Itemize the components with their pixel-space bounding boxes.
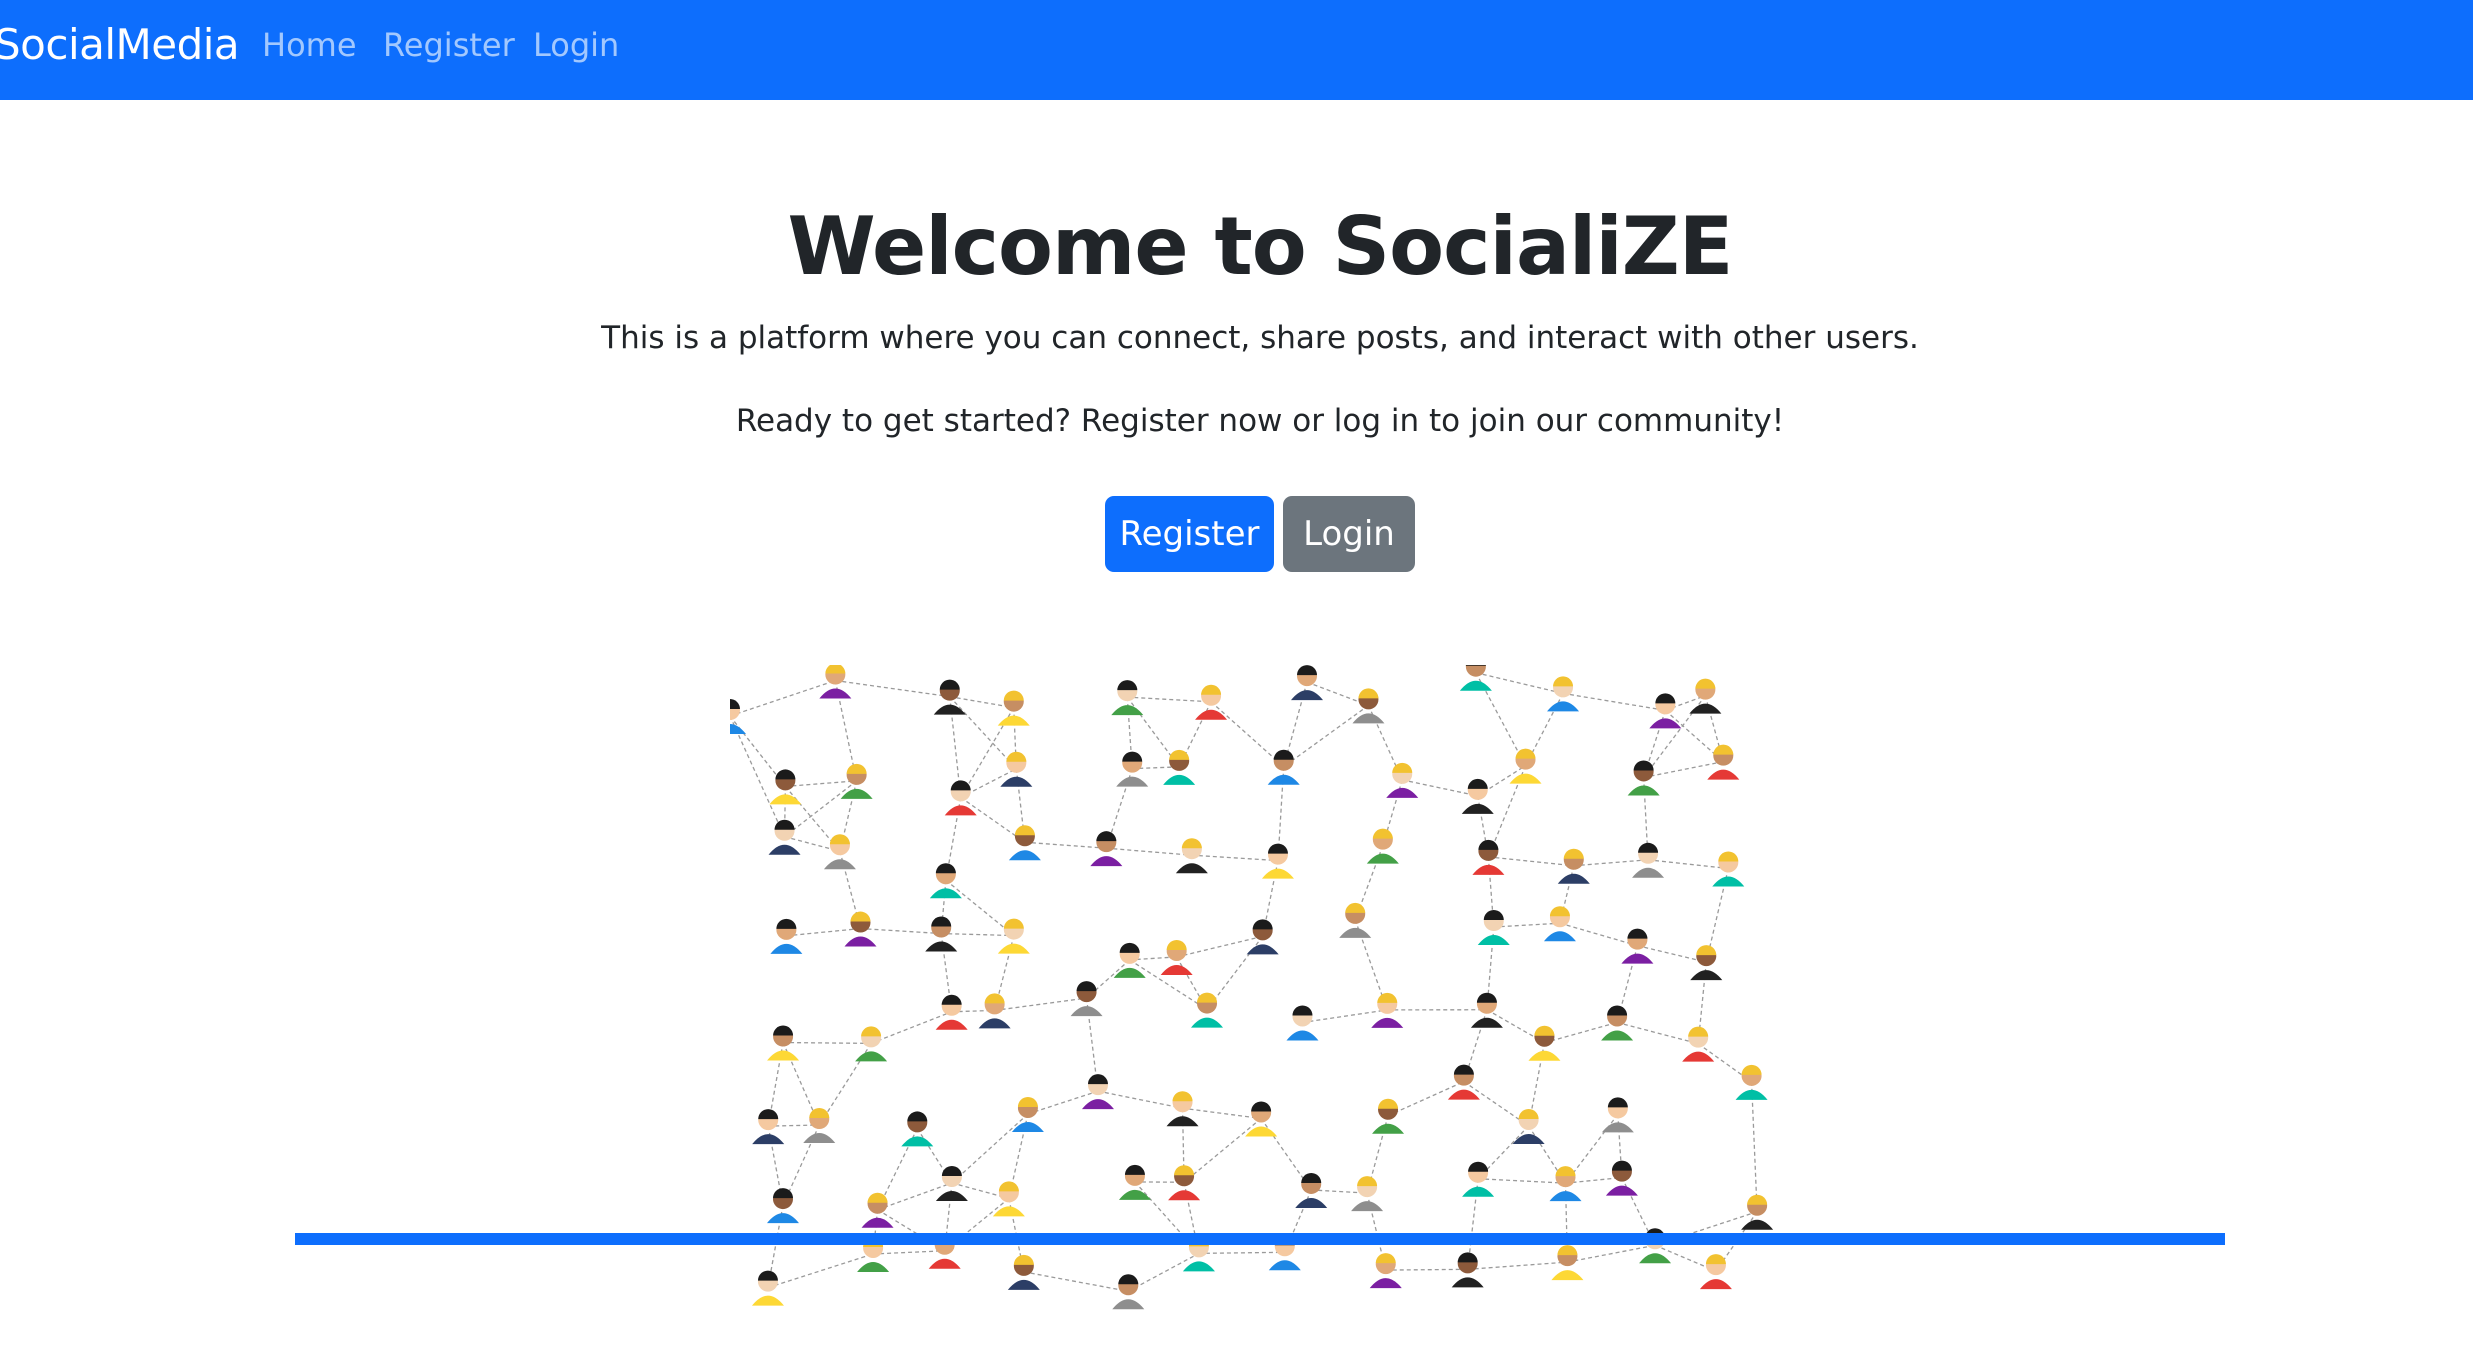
hero-subtitle: This is a platform where you can connect… [601, 320, 1919, 356]
person-avatar-icon [901, 1111, 934, 1147]
person-avatar-icon [770, 918, 803, 954]
person-avatar-icon [1735, 1064, 1768, 1100]
person-avatar-icon [1627, 760, 1660, 796]
person-avatar-icon [1371, 992, 1404, 1028]
person-avatar-icon [1291, 665, 1324, 701]
person-avatar-icon [1601, 1097, 1634, 1133]
nav-link-login[interactable]: Login [533, 26, 619, 64]
person-avatar-icon [1551, 1245, 1584, 1281]
person-avatar-icon [944, 780, 977, 816]
person-avatar-icon [1682, 1026, 1715, 1062]
person-avatar-icon [1081, 1074, 1114, 1110]
person-avatar-icon [1339, 902, 1372, 938]
hero-cta-text: Ready to get started? Register now or lo… [735, 403, 1785, 439]
person-avatar-icon [1111, 680, 1144, 716]
person-avatar-icon [1261, 843, 1294, 879]
person-avatar-icon [1007, 1254, 1040, 1290]
person-avatar-icon [1386, 762, 1419, 798]
person-avatar-icon [1191, 992, 1224, 1028]
nav-link-home[interactable]: Home [262, 26, 357, 64]
person-avatar-icon [1195, 684, 1228, 720]
person-avatar-icon [1649, 693, 1682, 729]
person-avatar-icon [1245, 1101, 1278, 1137]
person-avatar-icon [1286, 1005, 1319, 1041]
person-avatar-icon [1689, 678, 1722, 714]
person-avatar-icon [1699, 1254, 1732, 1290]
person-avatar-icon [767, 1025, 800, 1061]
person-avatar-icon [1712, 851, 1745, 887]
person-avatar-icon [1372, 1098, 1405, 1134]
person-avatar-icon [768, 819, 801, 855]
brand-logo[interactable]: SocialMedia [0, 20, 240, 69]
nav-link-register[interactable]: Register [383, 26, 515, 64]
footer-bar [295, 1233, 2225, 1245]
person-avatar-icon [997, 690, 1030, 726]
person-avatar-icon [803, 1108, 836, 1144]
person-avatar-icon [1112, 1274, 1145, 1310]
person-avatar-icon [1295, 1172, 1328, 1208]
person-avatar-icon [1113, 942, 1146, 978]
top-navbar: SocialMedia Home Register Login [0, 0, 2473, 100]
person-avatar-icon [925, 916, 958, 952]
person-avatar-icon [861, 1192, 894, 1228]
person-avatar-icon [766, 1188, 799, 1224]
person-avatar-icon [1175, 838, 1208, 874]
person-avatar-icon [1246, 919, 1279, 955]
person-avatar-icon [1000, 751, 1033, 787]
person-avatar-icon [929, 863, 962, 899]
person-avatar-icon [1267, 749, 1300, 785]
person-avatar-icon [1008, 825, 1041, 861]
page-title: Welcome to SocialiZE [787, 200, 1734, 293]
login-button[interactable]: Login [1283, 496, 1415, 572]
person-avatar-icon [1070, 981, 1103, 1017]
person-avatar-icon [1528, 1025, 1561, 1061]
person-avatar-icon [997, 918, 1030, 954]
person-avatar-icon [1557, 848, 1590, 884]
person-avatar-icon [1166, 1091, 1199, 1127]
person-avatar-icon [1369, 1253, 1402, 1289]
person-avatar-icon [1512, 1108, 1545, 1144]
person-avatar-icon [1011, 1096, 1044, 1132]
person-avatar-icon [1477, 910, 1510, 946]
person-avatar-icon [730, 699, 747, 735]
person-avatar-icon [752, 1109, 785, 1145]
person-avatar-icon [1352, 688, 1385, 724]
person-avatar-icon [935, 1165, 968, 1201]
person-avatar-icon [1472, 839, 1505, 875]
person-avatar-icon [840, 763, 873, 799]
person-avatar-icon [1447, 1064, 1480, 1100]
person-avatar-icon [1621, 928, 1654, 964]
person-avatar-icon [1543, 906, 1576, 942]
person-avatar-icon [819, 665, 852, 699]
person-avatar-icon [1741, 1194, 1774, 1230]
hero-section: Welcome to SocialiZE This is a platform … [0, 100, 2473, 1345]
person-avatar-icon [1601, 1005, 1634, 1041]
person-avatar-icon [1549, 1166, 1582, 1202]
person-avatar-icon [992, 1181, 1025, 1217]
person-avatar-icon [1459, 665, 1492, 691]
person-avatar-icon [1090, 831, 1123, 867]
person-avatar-icon [935, 994, 968, 1030]
person-avatar-icon [1690, 945, 1723, 981]
person-avatar-icon [823, 834, 856, 870]
person-avatar-icon [1470, 992, 1503, 1028]
person-avatar-icon [1461, 778, 1494, 814]
person-avatar-icon [1547, 676, 1580, 712]
person-avatar-icon [1351, 1176, 1384, 1212]
person-avatar-icon [1116, 751, 1149, 787]
person-avatar-icon [1366, 828, 1399, 864]
person-avatar-icon [855, 1026, 888, 1062]
register-button[interactable]: Register [1105, 496, 1274, 572]
person-avatar-icon [751, 1270, 784, 1306]
person-avatar-icon [1509, 748, 1542, 784]
person-avatar-icon [1707, 744, 1740, 780]
